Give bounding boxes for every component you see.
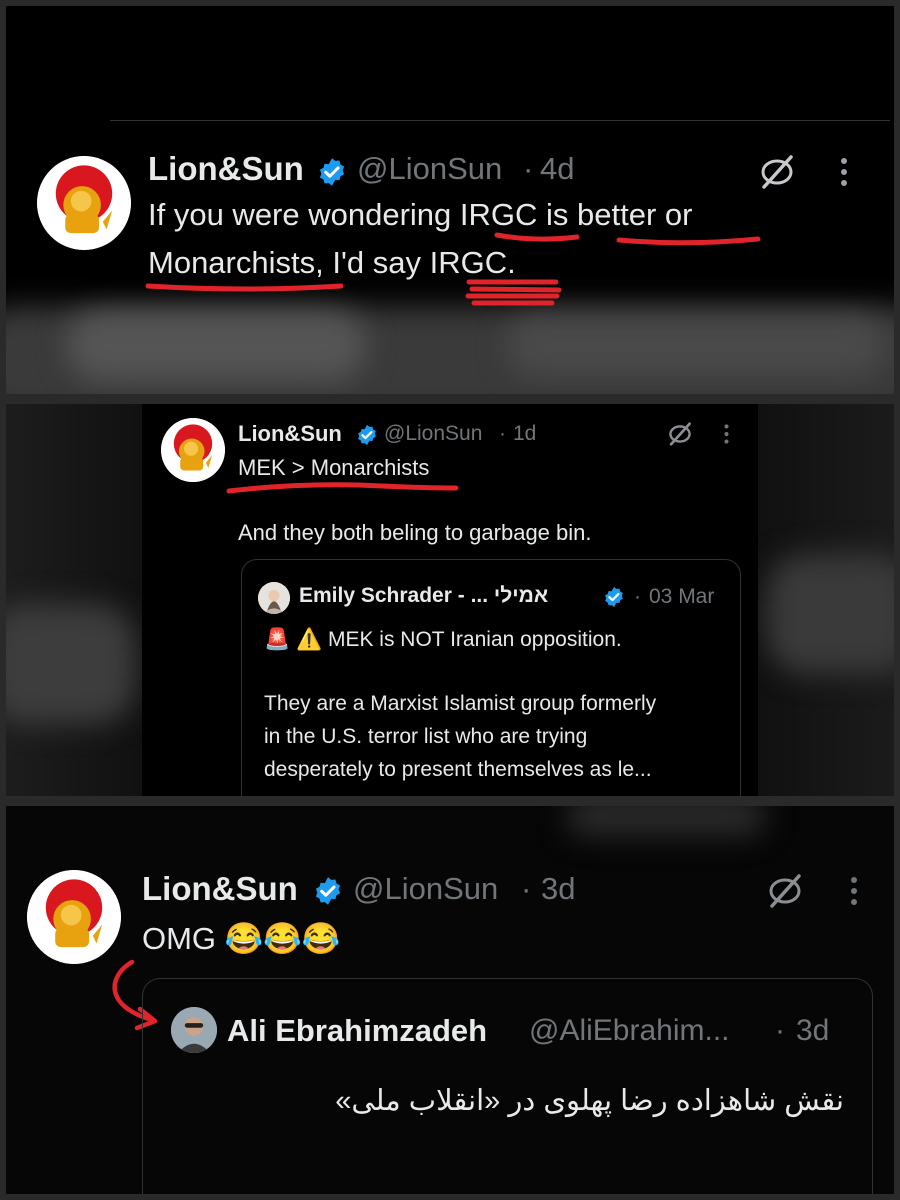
- quoted-timestamp: 03 Mar: [649, 585, 715, 608]
- quoted-author-avatar: [258, 582, 290, 614]
- quoted-timestamp: 3d: [796, 1014, 830, 1047]
- screenshot-panel-2: Lion&Sun @LionSun · 1d MEK > Monarchists…: [6, 404, 894, 796]
- quoted-text-line-2: They are a Marxist Islamist group former…: [264, 692, 657, 715]
- person-photo-icon: [171, 1007, 217, 1053]
- quoted-tweet[interactable]: Emily Schrader - ... אמילי · 03 Mar 🚨 ⚠️…: [241, 559, 741, 796]
- screenshot-panel-3: Lion&Sun @LionSun · 3d OMG 😂😂😂 Ali Ebrah…: [6, 806, 894, 1194]
- quoted-author-avatar: [171, 1007, 217, 1053]
- quoted-display-name: Emily Schrader - ... אמילי: [299, 584, 549, 607]
- quoted-tweet[interactable]: Ali Ebrahimzadeh @AliEbrahim... · 3d نقش…: [142, 978, 873, 1194]
- verified-badge-icon: [605, 586, 623, 608]
- quoted-text-line-4: desperately to present themselves as le.…: [264, 758, 652, 781]
- red-underline-annotations: [145, 232, 761, 306]
- dot-separator: ·: [775, 1014, 785, 1047]
- quoted-text-line-1: 🚨 ⚠️ MEK is NOT Iranian opposition.: [264, 628, 622, 651]
- quoted-handle: @AliEbrahim...: [529, 1014, 730, 1047]
- quoted-display-name: Ali Ebrahimzadeh: [227, 1013, 488, 1048]
- quoted-text: نقش شاهزاده رضا پهلوی در «انقلاب ملی»: [335, 1085, 844, 1117]
- screenshot-panel-1: Lion&Sun @LionSun · 4d If you were wonde…: [6, 6, 894, 394]
- dot-separator: ·: [634, 585, 641, 608]
- quoted-text-line-3: in the U.S. terror list who are trying: [264, 725, 588, 748]
- person-photo-icon: [258, 582, 290, 614]
